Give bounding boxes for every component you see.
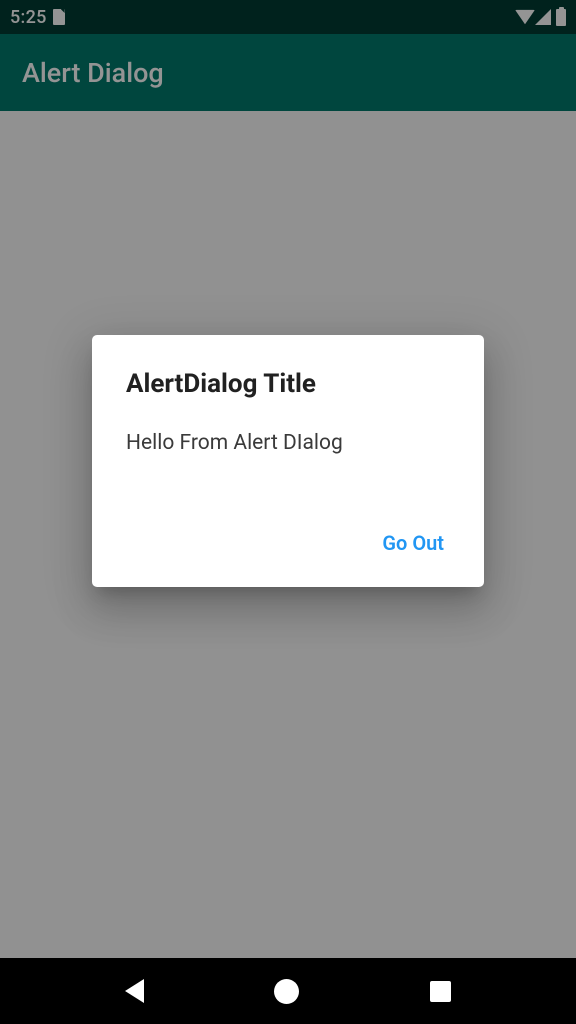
alert-dialog: AlertDialog Title Hello From Alert DIalo… [92, 335, 484, 586]
dialog-message: Hello From Alert DIalog [126, 429, 450, 458]
go-out-button[interactable]: Go Out [376, 519, 450, 567]
home-icon[interactable] [274, 979, 299, 1004]
dialog-scrim[interactable]: AlertDialog Title Hello From Alert DIalo… [0, 0, 576, 958]
navigation-bar [0, 958, 576, 1024]
back-icon[interactable] [125, 979, 144, 1003]
dialog-title: AlertDialog Title [126, 369, 450, 399]
dialog-actions: Go Out [126, 519, 450, 567]
recent-apps-icon[interactable] [430, 981, 451, 1002]
